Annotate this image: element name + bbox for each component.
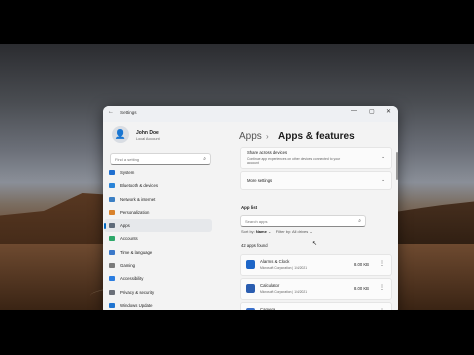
update-icon bbox=[109, 302, 115, 308]
accessibility-icon bbox=[109, 276, 115, 282]
share-card-desc-line1: Continue app experiences on other device… bbox=[247, 156, 341, 161]
sidebar-item-bluetooth-devices[interactable]: Bluetooth & devices bbox=[104, 179, 212, 192]
search-icon: ⌕ bbox=[358, 217, 361, 224]
sidebar-item-windows-update[interactable]: Windows Update bbox=[104, 299, 212, 310]
avatar[interactable]: 👤 bbox=[112, 126, 129, 143]
system-icon bbox=[109, 170, 115, 175]
share-across-devices-card[interactable]: Share across devices Continue app experi… bbox=[240, 147, 392, 169]
sidebar-item-apps[interactable]: Apps bbox=[104, 219, 212, 233]
sidebar-item-label: System bbox=[120, 170, 135, 175]
close-button[interactable]: ✕ bbox=[386, 108, 391, 115]
more-options-icon[interactable]: ⋮ bbox=[379, 308, 385, 310]
sidebar-item-label: Accessibility bbox=[120, 276, 144, 282]
app-icon bbox=[246, 308, 255, 310]
page-title: Apps & features bbox=[278, 131, 355, 142]
back-arrow-icon[interactable]: ← bbox=[108, 109, 114, 115]
sort-filter-row: Sort by: Name ⌄ Filter by: All drives ⌄ bbox=[241, 229, 313, 234]
desktop-background: ← Settings — ▢ ✕ 👤 John Doe Local Accoun… bbox=[0, 44, 474, 310]
app-name: Alarms & Clock bbox=[260, 259, 290, 264]
search-apps-placeholder: Search apps bbox=[245, 218, 268, 224]
network-icon bbox=[109, 196, 115, 202]
app-meta: Microsoft Corporation | 1/4/2021 bbox=[260, 266, 308, 270]
sidebar-item-label: Personalization bbox=[120, 209, 150, 215]
app-publisher: Microsoft Corporation bbox=[260, 266, 292, 270]
chevron-down-icon: ⌄ bbox=[381, 154, 385, 159]
sidebar-item-label: Windows Update bbox=[120, 302, 153, 308]
app-name: Calculator bbox=[260, 283, 280, 288]
sidebar-item-label: Accounts bbox=[120, 236, 138, 242]
app-meta: Microsoft Corporation | 1/4/2021 bbox=[260, 290, 308, 294]
sidebar-item-label: Privacy & security bbox=[120, 289, 155, 295]
more-settings-label: More settings bbox=[247, 178, 273, 183]
apps-icon bbox=[109, 223, 115, 229]
breadcrumb-chevron-icon: › bbox=[266, 132, 269, 141]
brush-icon bbox=[109, 209, 115, 215]
sidebar-nav: System Bluetooth & devices Network & inter… bbox=[104, 166, 212, 310]
app-size: 8.00 KB bbox=[354, 262, 369, 267]
app-icon bbox=[246, 284, 255, 293]
breadcrumb-parent[interactable]: Apps bbox=[239, 131, 262, 142]
share-card-title: Share across devices bbox=[247, 150, 288, 155]
app-install-date: 1/4/2021 bbox=[294, 266, 308, 270]
scrollbar[interactable] bbox=[396, 152, 398, 180]
settings-window: ← Settings — ▢ ✕ 👤 John Doe Local Accoun… bbox=[103, 106, 398, 310]
sidebar-item-accounts[interactable]: Accounts bbox=[104, 232, 212, 245]
user-account-type: Local Account bbox=[136, 137, 160, 141]
window-title: Settings bbox=[120, 110, 137, 115]
sidebar-item-network-internet[interactable]: Network & internet bbox=[104, 193, 212, 206]
sidebar-item-label: Gaming bbox=[120, 263, 136, 269]
app-icon bbox=[246, 260, 255, 269]
search-apps-input[interactable]: Search apps ⌕ bbox=[240, 215, 366, 227]
sidebar-item-time-language[interactable]: Time & language bbox=[104, 246, 212, 259]
apps-found-count: 42 apps found bbox=[241, 243, 268, 248]
user-avatar-icon: 👤 bbox=[114, 129, 127, 139]
search-input[interactable]: Find a setting ⌕ bbox=[110, 153, 211, 165]
more-options-icon[interactable]: ⋮ bbox=[379, 260, 385, 267]
sidebar-item-system[interactable]: System bbox=[104, 166, 212, 179]
gaming-icon bbox=[109, 263, 115, 269]
share-card-desc-line2: account bbox=[247, 161, 259, 165]
sort-dropdown[interactable]: Name bbox=[256, 229, 267, 234]
more-settings-card[interactable]: More settings ⌄ bbox=[240, 171, 392, 190]
sidebar-item-label: Time & language bbox=[120, 249, 153, 255]
more-options-icon[interactable]: ⋮ bbox=[379, 284, 385, 291]
mouse-pointer-icon: ↖ bbox=[312, 241, 318, 247]
app-size: 8.00 KB bbox=[354, 286, 369, 291]
maximize-button[interactable]: ▢ bbox=[369, 108, 375, 115]
bluetooth-icon bbox=[109, 183, 115, 189]
chevron-down-icon: ⌄ bbox=[381, 177, 385, 182]
sidebar-item-gaming[interactable]: Gaming bbox=[104, 259, 212, 272]
accounts-icon bbox=[109, 236, 115, 242]
filter-dropdown[interactable]: All drives bbox=[292, 229, 308, 234]
list-item[interactable]: Calculator Microsoft Corporation | 1/4/20… bbox=[240, 278, 392, 300]
app-install-date: 1/4/2021 bbox=[294, 290, 308, 294]
sidebar-item-label: Network & internet bbox=[120, 196, 156, 202]
search-placeholder: Find a setting bbox=[115, 156, 140, 162]
sort-label: Sort by: bbox=[241, 229, 255, 234]
minimize-button[interactable]: — bbox=[351, 108, 357, 114]
search-icon: ⌕ bbox=[203, 155, 206, 162]
app-list-heading: App list bbox=[241, 205, 258, 210]
title-bar: ← Settings — ▢ ✕ bbox=[103, 106, 398, 122]
list-item[interactable]: Alarms & Clock Microsoft Corporation | 1/… bbox=[240, 254, 392, 276]
user-name: John Doe bbox=[136, 130, 159, 136]
chevron-down-icon: ⌄ bbox=[309, 229, 313, 234]
sidebar-item-label: Apps bbox=[120, 223, 130, 229]
app-name: Camera bbox=[260, 307, 276, 310]
sidebar-item-privacy-security[interactable]: Privacy & security bbox=[104, 286, 212, 299]
sidebar-item-accessibility[interactable]: Accessibility bbox=[104, 272, 212, 285]
time-language-icon bbox=[109, 249, 115, 255]
chevron-down-icon: ⌄ bbox=[267, 229, 272, 234]
shield-icon bbox=[109, 289, 115, 295]
sidebar-item-personalization[interactable]: Personalization bbox=[104, 206, 212, 219]
app-publisher: Microsoft Corporation bbox=[260, 290, 292, 294]
filter-label: Filter by: bbox=[275, 229, 292, 234]
list-item[interactable]: CameraMicrosoft Corporation | 1/4/20218.… bbox=[240, 302, 392, 310]
sidebar-item-label: Bluetooth & devices bbox=[120, 183, 158, 189]
